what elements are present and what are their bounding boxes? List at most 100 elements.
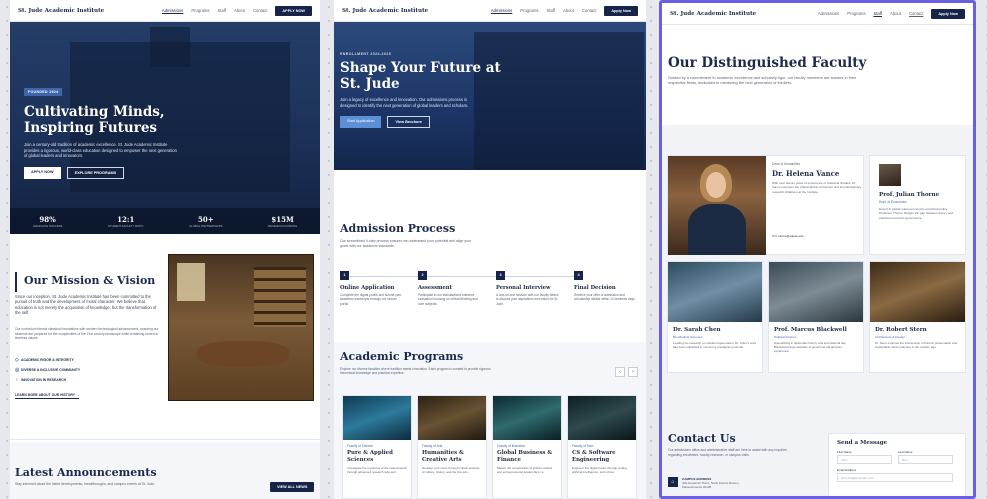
stat-graduate-success: 98% GRADUATE SUCCESS [33,215,63,228]
value-item: ◎ DIVERSE & INCLUSIVE COMMUNITY [15,365,80,375]
explore-programs-button[interactable]: EXPLORE PROGRAMS [66,166,125,179]
process-text: Our streamlined 4-step process ensures w… [340,239,472,248]
program-faculty: Faculty of Arts [422,444,443,448]
nav-staff[interactable]: Staff [217,8,226,13]
navbar: St. Jude Academic Institute Admissions P… [334,0,646,22]
program-card-tech[interactable]: Faculty of Tech CS & Software Engineerin… [567,395,637,499]
step-text: Receive your offer of admission and scho… [574,293,636,302]
stat-value: $15M [271,214,294,224]
faculty-card-thorne[interactable]: Prof. Julian Thorne Dept. of Economics E… [869,155,966,255]
hero-text: Join a century-old tradition of academic… [24,142,177,159]
carousel-prev-button[interactable]: ‹ [615,367,625,377]
start-application-button[interactable]: Start Application [340,116,382,129]
nav-admissions[interactable]: Admissions [162,8,183,13]
arts-library-image [418,396,486,440]
library-photo [168,254,314,401]
carousel-next-button[interactable]: › [628,367,638,377]
last-name-input[interactable]: Doe [898,455,953,464]
arrow-right-icon: → [75,393,80,397]
last-name-label: Last Name [898,450,913,454]
faculty-card-blackwell[interactable]: Prof. Marcus Blackwell Political Science… [768,261,864,373]
contact-section: Contact Us Our admissions office and adm… [662,403,973,496]
program-title: Humanities & Creative Arts [422,450,464,463]
faculty-name: Dr. Robert Stern [875,327,927,333]
nav-admissions[interactable]: Admissions [491,8,512,13]
faculty-email[interactable]: ✉ h.vance@stjude.edu [772,234,862,238]
apply-now-button[interactable]: Apply Now [931,8,965,19]
faculty-name: Prof. Julian Thorne [879,192,940,198]
address-text: 400 Academic Plaza, North District Bosto… [682,481,740,489]
nav-programs[interactable]: Programs [191,8,209,13]
sarah-chen-photo [668,262,762,322]
step-card: 4 Final Decision Receive your offer of a… [574,271,640,306]
faculty-dept: Dept. of Economics [879,200,907,204]
step-title: Personal Interview [496,285,551,291]
enrollment-label: ENROLLMENT 2024-2025 [340,52,392,56]
nav-contact[interactable]: Contact [909,11,923,16]
step-text: Participate in our standardized entrance… [418,293,478,306]
brand-logo[interactable]: St. Jude Academic Institute [18,8,104,14]
step-title: Online Application [340,285,395,291]
faculty-card-stern[interactable]: Dr. Robert Stern Architecture & Design D… [869,261,966,373]
faculty-text: Guided by a commitment to academic excel… [668,75,857,86]
featured-faculty-card[interactable]: Dean of Humanities Dr. Helena Vance With… [667,155,864,255]
faculty-card-chen[interactable]: Dr. Sarah Chen Bio-Medical Sciences Lead… [667,261,763,373]
step-card: 3 Personal Interview A one-on-one sessio… [496,271,574,306]
program-cards: Faculty of Science Pure & Applied Scienc… [342,395,637,499]
program-faculty: Faculty of Business [497,444,525,448]
nav-about[interactable]: About [563,8,574,13]
step-number: 2 [418,271,427,280]
view-brochure-button[interactable]: View Brochure [387,116,430,129]
view-all-news-button[interactable]: VIEW ALL NEWS [270,482,315,492]
first-name-label: First Name [837,450,852,454]
program-text: Develop your voice through critical anal… [422,466,480,475]
form-title: Send a Message [837,440,888,446]
table-image [197,341,289,367]
faculty-panel: St. Jude Academic Institute Admissions P… [659,0,976,499]
hero-text: Join a legacy of excellence and innovati… [340,97,469,108]
tower-silhouette [150,27,190,67]
program-card-science[interactable]: Faculty of Science Pure & Applied Scienc… [342,395,412,499]
history-link[interactable]: LEARN MORE ABOUT OUR HISTORY → [15,393,80,399]
program-faculty: Faculty of Tech [572,444,594,448]
nav-about[interactable]: About [890,11,901,16]
step-card: 2 Assessment Participate in our standard… [418,271,496,306]
announcements-title: Latest Announcements [15,466,157,479]
value-label: DIVERSE & INCLUSIVE COMMUNITY [21,368,81,372]
mission-title: Our Mission & Vision [24,274,156,287]
program-card-arts[interactable]: Faculty of Arts Humanities & Creative Ar… [417,395,487,499]
nav-links: Admissions Programs Staff About Contact [818,11,924,16]
nav-programs[interactable]: Programs [520,8,538,13]
nav-admissions[interactable]: Admissions [818,11,839,16]
apply-now-button[interactable]: APPLY NOW [275,5,312,16]
brand-logo[interactable]: St. Jude Academic Institute [670,11,756,17]
mission-paragraph-1: Since our inception, St. Jude Academic I… [15,294,157,315]
program-text: Engineer the digital future through codi… [572,466,628,475]
nav-about[interactable]: About [234,8,245,13]
brand-logo[interactable]: St. Jude Academic Institute [342,8,428,14]
program-faculty: Faculty of Science [347,444,374,448]
admission-process-section: Admission Process Our streamlined 4-step… [334,170,646,342]
program-title: Pure & Applied Sciences [347,450,393,463]
nav-contact[interactable]: Contact [253,8,267,13]
nav-staff[interactable]: Staff [873,11,882,16]
program-text: Master the complexities of global market… [497,466,553,475]
email-label: Email Address [837,468,857,472]
announcements-text: Stay informed about the latest developme… [15,482,156,486]
hero-apply-button[interactable]: APPLY NOW [24,166,61,179]
faculty-bio: With over twenty years of experience in … [772,181,862,194]
business-office-image [493,396,561,440]
step-text: Complete the digital profile and submit … [340,293,402,306]
faculty-title: Our Distinguished Faculty [668,55,867,71]
program-card-business[interactable]: Faculty of Business Global Business & Fi… [492,395,562,499]
apply-now-button[interactable]: Apply Now [604,5,638,16]
nav-programs[interactable]: Programs [847,11,865,16]
step-number: 4 [574,271,583,280]
faculty-bio: Expert in global macroeconomics and fisc… [879,207,954,220]
nav-staff[interactable]: Staff [546,8,555,13]
email-input[interactable]: john.doe@example.com [837,473,953,482]
first-name-input[interactable]: John [837,455,892,464]
homepage-panel: St. Jude Academic Institute Admissions P… [10,0,320,499]
process-title: Admission Process [340,222,456,235]
nav-contact[interactable]: Contact [582,8,596,13]
